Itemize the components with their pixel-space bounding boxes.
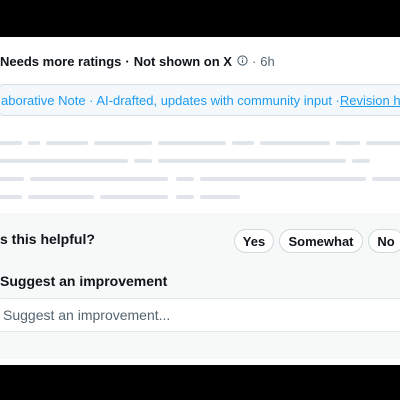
- placeholder-line: [94, 141, 152, 145]
- rate-somewhat-button[interactable]: Somewhat: [279, 229, 363, 253]
- banner-text: aborative Note · AI-drafted, updates wit…: [1, 92, 340, 108]
- placeholder-line: [30, 177, 168, 181]
- info-circle-icon[interactable]: [237, 54, 248, 69]
- community-note-card: Needs more ratings · Not shown on X · 6h…: [0, 37, 400, 365]
- placeholder-line: [158, 141, 226, 145]
- placeholder-line: [134, 159, 152, 163]
- placeholder-line: [28, 195, 94, 199]
- placeholder-line: [100, 195, 168, 199]
- placeholder-line: [0, 177, 24, 181]
- separator: ·: [125, 53, 130, 69]
- note-status-row: Needs more ratings · Not shown on X · 6h: [0, 51, 400, 71]
- placeholder-line: [336, 141, 360, 145]
- placeholder-line: [232, 141, 254, 145]
- placeholder-line: [366, 141, 400, 145]
- collaborative-note-banner: aborative Note · AI-drafted, updates wit…: [0, 84, 400, 116]
- placeholder-line: [200, 177, 366, 181]
- visibility-label: Not shown on X: [133, 53, 232, 69]
- placeholder-line: [0, 141, 22, 145]
- placeholder-line: [28, 141, 40, 145]
- status-label: Needs more ratings: [0, 53, 122, 69]
- placeholder-line: [46, 141, 88, 145]
- rating-section: s this helpful? Yes Somewhat No Suggest …: [0, 213, 400, 359]
- info-circle-glyph: [237, 54, 248, 66]
- placeholder-line: [0, 159, 128, 163]
- rate-yes-button[interactable]: Yes: [234, 229, 274, 253]
- rate-no-button[interactable]: No: [368, 229, 400, 253]
- placeholder-line: [352, 159, 370, 163]
- placeholder-line: [176, 195, 194, 199]
- note-age-prefix: ·: [251, 53, 257, 69]
- placeholder-line: [372, 177, 400, 181]
- suggest-improvement-title: Suggest an improvement: [0, 273, 168, 289]
- placeholder-line: [176, 177, 194, 181]
- note-age: 6h: [260, 53, 275, 69]
- revision-history-link[interactable]: Revision h: [340, 93, 400, 108]
- placeholder-line: [158, 159, 346, 163]
- helpful-question: s this helpful?: [0, 231, 95, 247]
- suggest-improvement-input[interactable]: [0, 298, 400, 332]
- placeholder-line: [260, 141, 330, 145]
- placeholder-line: [200, 195, 240, 199]
- placeholder-line: [0, 195, 22, 199]
